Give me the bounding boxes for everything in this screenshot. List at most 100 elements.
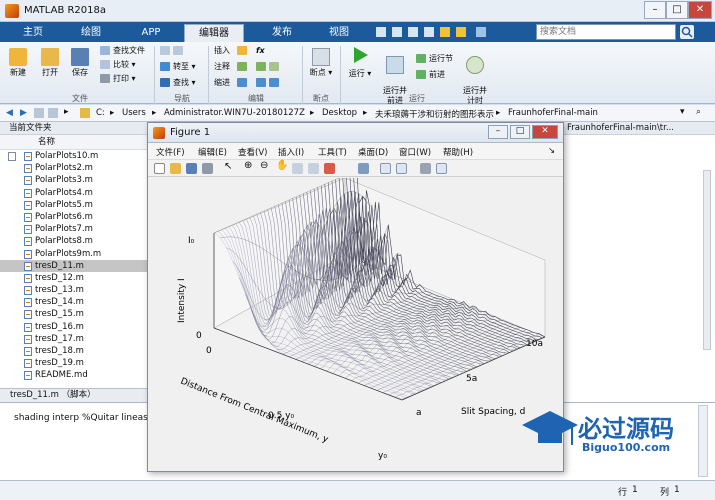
link-plot-icon[interactable]: [358, 163, 369, 174]
file-list-item[interactable]: PolarPlots7.m: [0, 223, 149, 235]
advance-button[interactable]: 前进: [416, 70, 445, 80]
tab-editor[interactable]: 编辑器: [184, 24, 244, 42]
file-list-item[interactable]: tresD_14.m: [0, 296, 149, 308]
comment-percent-button[interactable]: [256, 62, 282, 72]
file-list-item[interactable]: PolarPlots8.m: [0, 235, 149, 247]
file-list-item[interactable]: tresD_11.m: [0, 259, 149, 272]
menu-desktop[interactable]: 桌面(D): [358, 146, 388, 158]
crumb-user[interactable]: Administrator.WIN7U-20180127Z: [164, 108, 305, 118]
figure-close-button[interactable]: ✕: [532, 125, 558, 139]
undo-icon[interactable]: [440, 27, 450, 37]
editor-scrollbar[interactable]: [703, 170, 711, 350]
legend-icon[interactable]: [396, 163, 407, 174]
paste-icon[interactable]: [424, 27, 434, 37]
rotate-3d-icon[interactable]: [292, 163, 303, 174]
file-list-item[interactable]: PolarPlots5.m: [0, 199, 149, 211]
brush-icon[interactable]: [324, 163, 335, 174]
hide-plot-tools-icon[interactable]: [420, 163, 431, 174]
run-button[interactable]: 运行 ▾: [346, 46, 374, 79]
file-list-item[interactable]: tresD_16.m: [0, 321, 149, 333]
print-figure-icon[interactable]: [202, 163, 213, 174]
crumb-users[interactable]: Users: [122, 108, 146, 118]
forward-arrow-icon[interactable]: ▶: [20, 108, 27, 118]
open-button[interactable]: 打开: [36, 48, 64, 78]
pan-hand-icon[interactable]: ✋: [276, 160, 288, 171]
data-cursor-icon[interactable]: [308, 163, 319, 174]
colorbar-icon[interactable]: [380, 163, 391, 174]
find-button[interactable]: 查找 ▾: [160, 78, 196, 88]
goto-button[interactable]: 转至 ▾: [160, 62, 196, 72]
figure-maximize-button[interactable]: □: [510, 125, 530, 139]
plot-area[interactable]: 0 I₀ Intensity I 0 0.5 y₀ y₀ Distance Fr…: [148, 169, 563, 471]
run-section-button[interactable]: 运行节: [416, 54, 453, 64]
address-dropdown-icon[interactable]: ▾: [680, 107, 685, 117]
crumb-desktop[interactable]: Desktop: [322, 108, 357, 118]
save-icon[interactable]: [376, 27, 386, 37]
file-list-item[interactable]: PolarPlots3.m: [0, 174, 149, 186]
minimize-button[interactable]: –: [644, 1, 666, 19]
menu-insert[interactable]: 插入(I): [278, 146, 304, 158]
cut-icon[interactable]: [392, 27, 402, 37]
up-folder-icon[interactable]: [34, 108, 44, 118]
redo-icon[interactable]: [456, 27, 466, 37]
crumb-drive[interactable]: C:: [96, 108, 105, 118]
search-input[interactable]: 搜索文档: [536, 24, 676, 40]
file-list-item[interactable]: PolarPlots9m.m: [0, 248, 149, 260]
address-search-icon[interactable]: ⌕: [696, 107, 701, 117]
zoom-in-icon[interactable]: ⊕: [244, 160, 255, 171]
menu-view[interactable]: 查看(V): [238, 146, 267, 158]
insert-button[interactable]: 插入: [214, 46, 250, 56]
save-figure-icon[interactable]: [186, 163, 197, 174]
breakpoints-button[interactable]: 断点 ▾: [306, 48, 336, 78]
name-column-header[interactable]: 名称: [0, 135, 149, 161]
tab-publish[interactable]: 发布: [252, 24, 312, 42]
run-and-time-button[interactable]: 运行并 计时: [460, 46, 490, 106]
back-arrow-icon[interactable]: ◀: [6, 108, 13, 118]
file-list-item[interactable]: tresD_18.m: [0, 345, 149, 357]
print-button[interactable]: 打印 ▾: [100, 74, 136, 84]
file-list-item[interactable]: PolarPlots4.m: [0, 187, 149, 199]
fx-button[interactable]: fx: [256, 46, 265, 56]
new-figure-icon[interactable]: [154, 163, 165, 174]
close-button[interactable]: ✕: [688, 1, 712, 19]
back-forward-buttons[interactable]: [160, 46, 186, 56]
indent-button[interactable]: 缩进: [214, 78, 250, 88]
figure-window[interactable]: Figure 1 – □ ✕ 文件(F) 编辑(E) 查看(V) 插入(I) 工…: [147, 122, 564, 472]
compare-button[interactable]: 比较 ▾: [100, 60, 136, 70]
copy-icon[interactable]: [408, 27, 418, 37]
menu-window[interactable]: 窗口(W): [399, 146, 431, 158]
file-list-item[interactable]: PolarPlots2.m: [0, 162, 149, 174]
tab-view[interactable]: 视图: [314, 24, 364, 42]
tab-home[interactable]: 主页: [8, 24, 58, 42]
file-list-item[interactable]: tresD_13.m: [0, 284, 149, 296]
file-list-item[interactable]: README.md: [0, 369, 149, 381]
save-button[interactable]: 保存: [66, 48, 94, 78]
browse-folder-icon[interactable]: [48, 108, 58, 118]
menu-dock-icon[interactable]: ↘: [548, 146, 555, 156]
help-icon[interactable]: [476, 27, 486, 37]
file-list-item[interactable]: tresD_19.m: [0, 357, 149, 369]
crumb-project[interactable]: 夫禾琅薅干涉和衍射的图形表示: [375, 108, 494, 120]
menu-edit[interactable]: 编辑(E): [198, 146, 227, 158]
show-plot-tools-icon[interactable]: [436, 163, 447, 174]
indent-tools[interactable]: [256, 78, 282, 88]
maximize-button[interactable]: □: [666, 1, 688, 19]
new-button[interactable]: 新建: [6, 48, 30, 78]
tab-plots[interactable]: 绘图: [64, 24, 118, 42]
menu-file[interactable]: 文件(F): [156, 146, 185, 158]
comment-button[interactable]: 注释: [214, 62, 250, 72]
menu-help[interactable]: 帮助(H): [443, 146, 473, 158]
file-list-item[interactable]: PolarPlots6.m: [0, 211, 149, 223]
crumb-folder[interactable]: FraunhoferFinal-main: [508, 108, 598, 118]
select-arrow-icon[interactable]: ↖: [224, 161, 235, 172]
search-button[interactable]: [680, 25, 694, 39]
find-files-button[interactable]: 查找文件: [100, 46, 145, 56]
file-list-item[interactable]: PolarPlots10.m: [0, 150, 149, 162]
open-file-icon[interactable]: [170, 163, 181, 174]
tab-apps[interactable]: APP: [124, 24, 178, 42]
file-list-item[interactable]: tresD_17.m: [0, 333, 149, 345]
file-list-item[interactable]: tresD_15.m: [0, 308, 149, 320]
zoom-out-icon[interactable]: ⊖: [260, 160, 271, 171]
editor-path-tab[interactable]: FraunhoferFinal-main\tr...: [561, 122, 715, 135]
menu-tools[interactable]: 工具(T): [318, 146, 347, 158]
